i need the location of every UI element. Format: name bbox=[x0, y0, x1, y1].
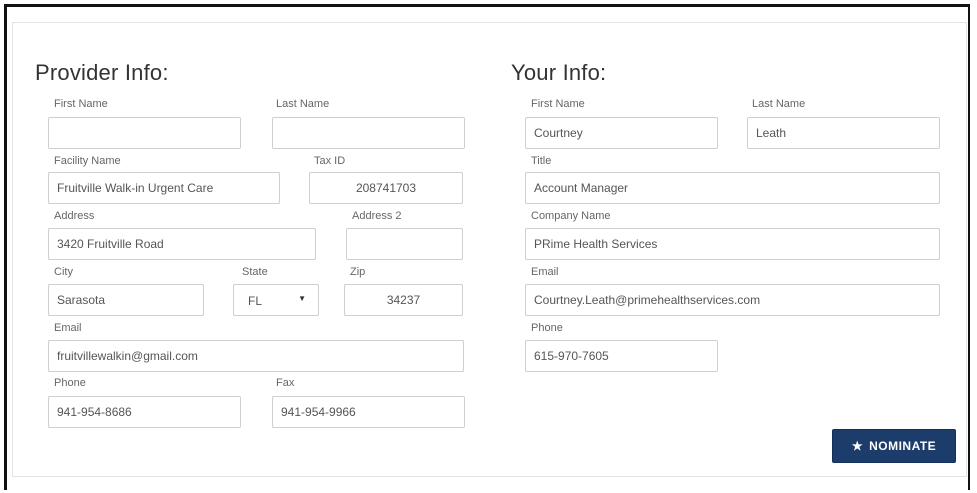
facility-name-label: Facility Name bbox=[54, 155, 121, 167]
your-phone-label: Phone bbox=[531, 322, 563, 334]
state-label: State bbox=[242, 266, 268, 278]
provider-email-label: Email bbox=[54, 322, 82, 334]
chevron-down-icon: ▼ bbox=[298, 294, 306, 303]
provider-phone-input[interactable] bbox=[48, 396, 241, 428]
address2-input[interactable] bbox=[346, 228, 463, 260]
provider-first-name-input[interactable] bbox=[48, 117, 241, 149]
facility-name-input[interactable] bbox=[48, 172, 280, 204]
address-label: Address bbox=[54, 210, 95, 222]
your-email-input[interactable] bbox=[525, 284, 940, 316]
your-last-name-input[interactable] bbox=[747, 117, 940, 149]
address-input[interactable] bbox=[48, 228, 316, 260]
your-last-name-label: Last Name bbox=[752, 98, 806, 110]
city-label: City bbox=[54, 266, 73, 278]
state-select[interactable]: FL ▼ bbox=[233, 284, 319, 316]
your-email-label: Email bbox=[531, 266, 559, 278]
city-input[interactable] bbox=[48, 284, 204, 316]
provider-phone-label: Phone bbox=[54, 377, 86, 389]
provider-email-input[interactable] bbox=[48, 340, 464, 372]
your-info-heading: Your Info: bbox=[511, 60, 607, 85]
tax-id-label: Tax ID bbox=[314, 155, 346, 167]
provider-info-heading: Provider Info: bbox=[35, 60, 169, 85]
provider-first-name-label: First Name bbox=[54, 98, 108, 110]
provider-last-name-label: Last Name bbox=[276, 98, 330, 110]
fax-label: Fax bbox=[276, 377, 295, 389]
zip-label: Zip bbox=[350, 266, 366, 278]
nominate-button[interactable]: ★ NOMINATE bbox=[832, 429, 956, 463]
nominate-button-label: NOMINATE bbox=[869, 439, 937, 453]
your-phone-input[interactable] bbox=[525, 340, 718, 372]
company-name-input[interactable] bbox=[525, 228, 940, 260]
provider-last-name-input[interactable] bbox=[272, 117, 465, 149]
state-select-value: FL bbox=[248, 294, 263, 308]
title-label: Title bbox=[531, 155, 552, 167]
tax-id-input[interactable] bbox=[309, 172, 463, 204]
fax-input[interactable] bbox=[272, 396, 465, 428]
title-input[interactable] bbox=[525, 172, 940, 204]
zip-input[interactable] bbox=[344, 284, 463, 316]
your-first-name-input[interactable] bbox=[525, 117, 718, 149]
address2-label: Address 2 bbox=[352, 210, 402, 222]
your-first-name-label: First Name bbox=[531, 98, 585, 110]
star-icon: ★ bbox=[851, 439, 864, 453]
company-name-label: Company Name bbox=[531, 210, 611, 222]
